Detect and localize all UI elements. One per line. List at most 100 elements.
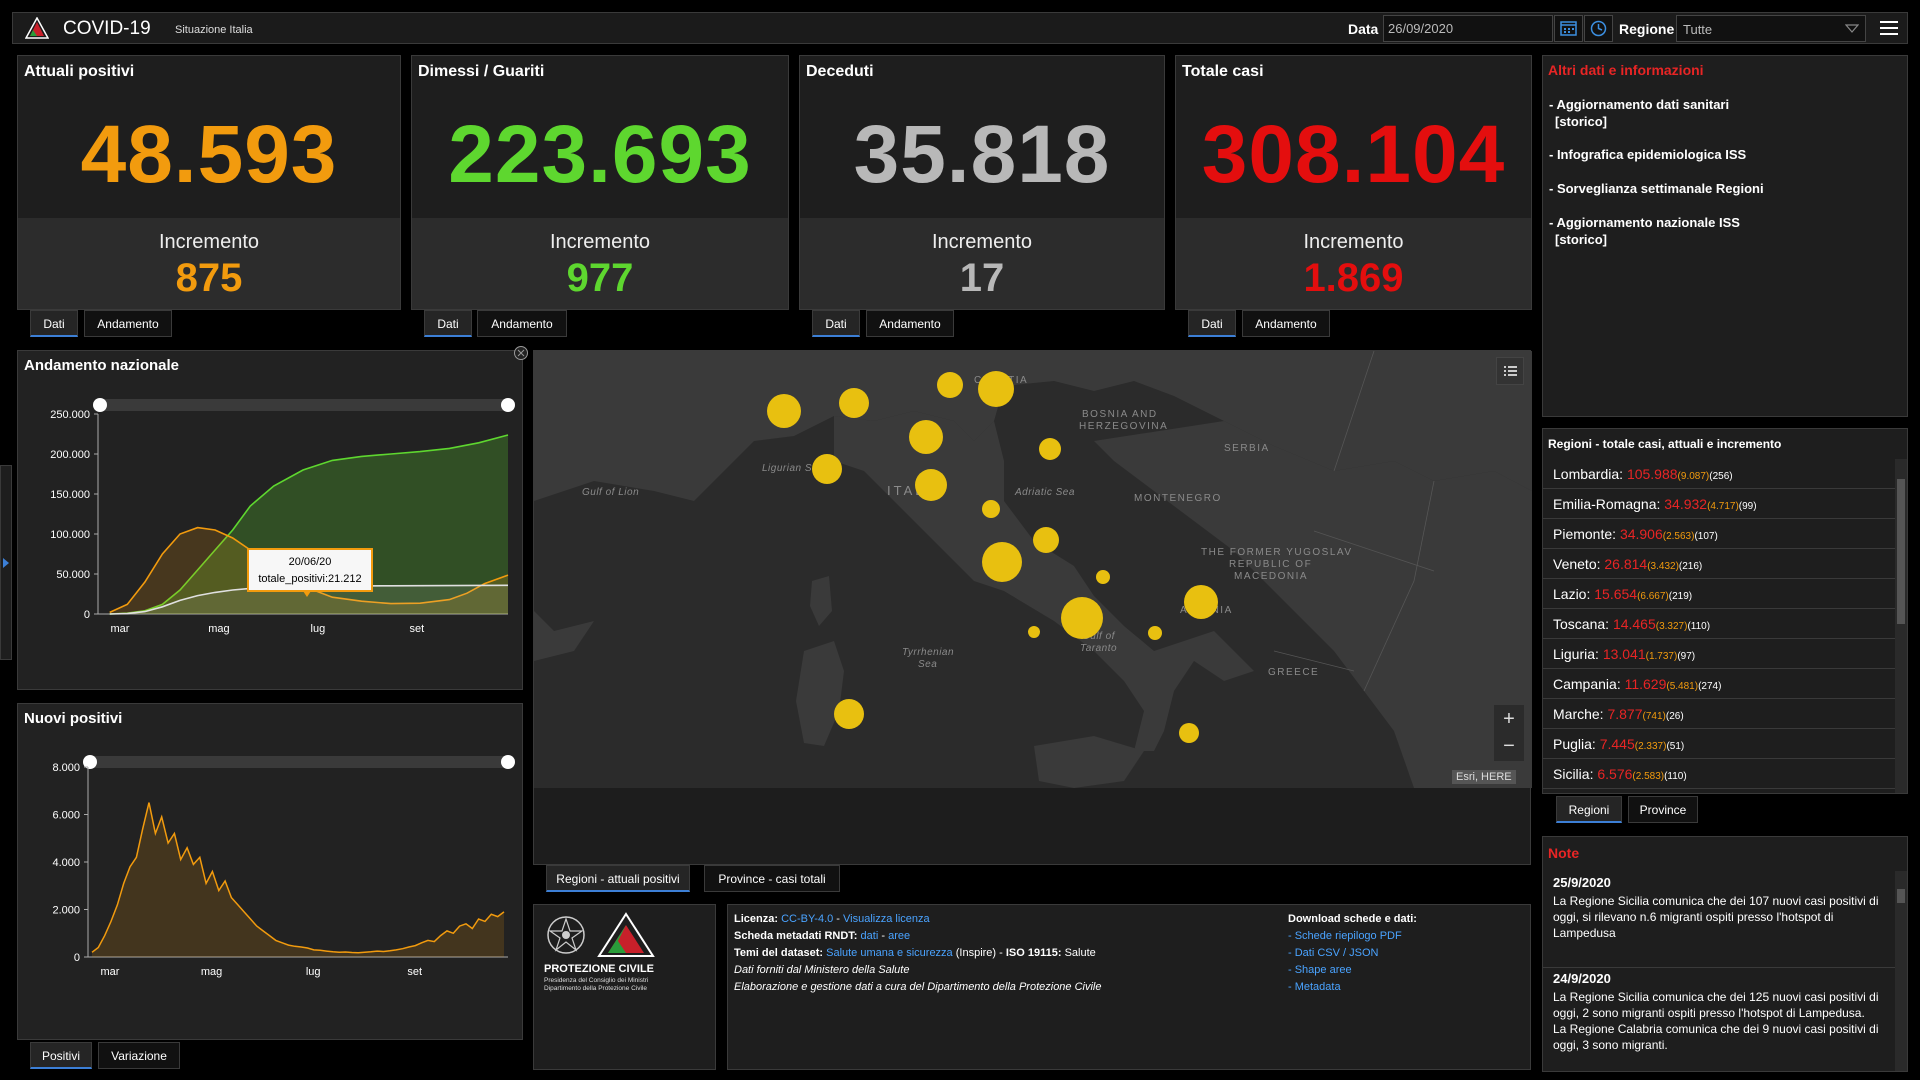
andamento-chart: 0 50.000 100.000 150.000 200.000 250.000 mar ma… [50,398,515,635]
map-view[interactable]: CROATIABOSNIA ANDHERZEGOVINASERBIAMONTEN… [534,351,1532,788]
regione-select[interactable]: Tutte [1676,15,1866,42]
region-row[interactable]: Lazio: 15.654(6.667)(219) [1543,579,1895,609]
y-tick-label: 150.000 [50,489,90,501]
tab-andamento-totale[interactable]: Andamento [1242,310,1330,337]
region-row[interactable]: Toscana: 14.465(3.327)(110) [1543,609,1895,639]
info-link-aggiornamento-iss[interactable]: - Aggiornamento nazionale ISS [storico] [1549,214,1740,248]
themes-link[interactable]: Salute umana e sicurezza [826,947,953,959]
map-region-bubble[interactable] [978,371,1014,407]
map-region-bubble[interactable] [937,372,963,398]
chevron-down-icon [1845,24,1859,33]
tab-dati-attuali[interactable]: Dati [30,310,78,337]
info-panel: Altri dati e informazioni - Aggiornament… [1542,55,1908,417]
range-slider-handle-right [501,755,515,769]
region-active: (741) [1642,711,1666,722]
emblem-italy-icon [547,916,585,954]
map-region-bubble[interactable] [812,454,842,484]
map-region-bubble[interactable] [909,420,943,454]
info-link-storico[interactable]: [storico] [1549,231,1740,248]
region-active: (2.337) [1634,741,1667,752]
nuovi-positivi-chart: 0 2.000 4.000 6.000 8.000 mar mag lug set [52,755,515,978]
notes-scrollbar[interactable] [1895,871,1907,1071]
map-legend-button[interactable] [1496,357,1524,385]
card-title: Attuali positivi [24,63,135,80]
info-link-storico[interactable]: [storico] [1549,113,1729,130]
tab-variazione[interactable]: Variazione [98,1042,180,1069]
metadata-dati-link[interactable]: dati [861,930,879,942]
tab-andamento-deceduti[interactable]: Andamento [866,310,954,337]
x-tick-label: mag [208,623,229,635]
map-region-bubble[interactable] [1033,527,1059,553]
region-increment: (256) [1709,471,1733,482]
management-line: Elaborazione e gestione dati a cura del … [734,981,1102,993]
region-row[interactable]: Puglia: 7.445(2.337)(51) [1543,729,1895,759]
region-row[interactable]: Lombardia: 105.988(9.087)(256) [1543,459,1895,489]
map-region-bubble[interactable] [767,394,801,428]
download-shape-link[interactable]: - Shape aree [1288,964,1352,976]
card-title: Deceduti [806,63,874,80]
map-region-bubble[interactable] [1039,438,1061,460]
tab-province-casi-totali[interactable]: Province - casi totali [704,865,840,892]
region-active: (1.737) [1645,651,1678,662]
tab-regioni-attuali-positivi[interactable]: Regioni - attuali positivi [546,865,690,892]
info-link-infografica-iss[interactable]: - Infografica epidemiologica ISS [1549,146,1746,163]
scrollbar-thumb[interactable] [1897,479,1905,624]
map-region-bubble[interactable] [1184,585,1218,619]
map-region-bubble[interactable] [1179,723,1199,743]
region-total: 13.041 [1602,646,1646,662]
scrollbar-thumb[interactable] [1897,889,1905,903]
tab-regioni-list[interactable]: Regioni [1556,796,1622,823]
hamburger-menu-icon[interactable] [1878,17,1900,39]
map-region-bubble[interactable] [1028,626,1040,638]
view-license-link[interactable]: Visualizza licenza [843,913,930,925]
time-button[interactable] [1584,15,1613,42]
tooltip-value: totale_positivi:21.212 [258,573,361,585]
date-input[interactable]: 26/09/2020 [1383,15,1553,42]
download-metadata-link[interactable]: - Metadata [1288,981,1341,993]
tab-dati-guariti[interactable]: Dati [424,310,472,337]
info-link-text: - Infografica epidemiologica ISS [1549,147,1747,162]
zoom-in-button[interactable]: + [1494,705,1524,733]
tab-dati-totale[interactable]: Dati [1188,310,1236,337]
map-region-bubble[interactable] [982,500,1000,518]
region-row[interactable]: Emilia-Romagna: 34.932(4.717)(99) [1543,489,1895,519]
metadata-aree-link[interactable]: aree [888,930,910,942]
tab-andamento-attuali[interactable]: Andamento [84,310,172,337]
regions-scrollbar[interactable] [1895,459,1907,793]
region-row[interactable]: Sicilia: 6.576(2.583)(110) [1543,759,1895,789]
region-row[interactable]: Liguria: 13.041(1.737)(97) [1543,639,1895,669]
download-pdf-link[interactable]: - Schede riepilogo PDF [1288,930,1402,942]
download-csv-link[interactable]: - Dati CSV / JSON [1288,947,1378,959]
map-region-bubble[interactable] [1148,626,1162,640]
map-region-bubble[interactable] [915,469,947,501]
side-panel-toggle[interactable] [0,465,12,660]
info-link-aggiornamento-sanitari[interactable]: - Aggiornamento dati sanitari [storico] [1549,96,1729,130]
map-region-bubble[interactable] [982,542,1022,582]
y-tick-label: 2.000 [52,905,80,917]
card-dimessi-guariti: Dimessi / Guariti 223.693 Incremento 977 [411,55,789,310]
map-label-gulf_lion: Gulf of Lion [582,487,639,498]
map-label-bosnia2: HERZEGOVINA [1079,421,1168,432]
region-row[interactable]: Piemonte: 34.906(2.563)(107) [1543,519,1895,549]
map-region-bubble[interactable] [839,388,869,418]
tab-province-list[interactable]: Province [1628,796,1698,823]
expand-icon[interactable] [513,345,529,361]
map-label-macedonia2: REPUBLIC OF [1229,559,1312,570]
tab-positivi[interactable]: Positivi [30,1042,92,1069]
info-link-sorveglianza-regioni[interactable]: - Sorveglianza settimanale Regioni [1549,180,1764,197]
calendar-button[interactable] [1554,15,1583,42]
region-row[interactable]: Marche: 7.877(741)(26) [1543,699,1895,729]
region-row[interactable]: Veneto: 26.814(3.432)(216) [1543,549,1895,579]
tab-andamento-guariti[interactable]: Andamento [477,310,567,337]
header-bar: COVID-19 Situazione Italia Data 26/09/20… [12,12,1908,44]
map-label-greece: GREECE [1268,667,1319,678]
tab-dati-deceduti[interactable]: Dati [812,310,860,337]
card-value: 223.693 [448,109,752,200]
x-tick-label: mag [201,966,222,978]
map-region-bubble[interactable] [834,699,864,729]
map-region-bubble[interactable] [1061,597,1103,639]
license-link[interactable]: CC-BY-4.0 [781,913,833,925]
zoom-out-button[interactable]: − [1494,733,1524,761]
region-row[interactable]: Campania: 11.629(5.481)(274) [1543,669,1895,699]
map-region-bubble[interactable] [1096,570,1110,584]
